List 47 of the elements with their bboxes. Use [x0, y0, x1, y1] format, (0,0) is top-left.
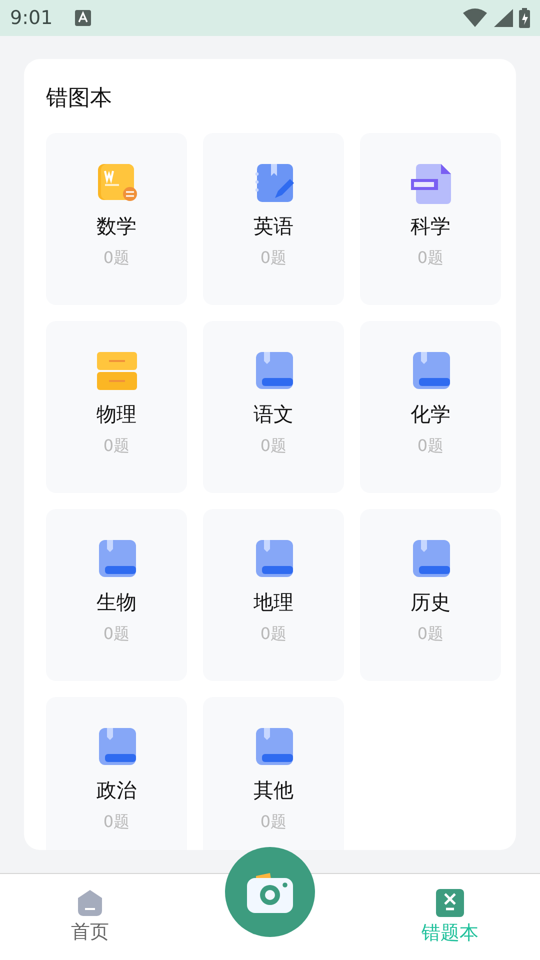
subject-name: 数学: [96, 213, 136, 240]
subject-tile[interactable]: 物理 0题: [46, 321, 187, 493]
camera-icon: [246, 870, 294, 914]
subject-tile[interactable]: 数学 0题: [46, 133, 187, 305]
subject-tile[interactable]: 科学 0题: [360, 133, 501, 305]
question-count: 0题: [260, 248, 287, 268]
keyboard-notification-icon: [74, 10, 91, 26]
status-time: 9:01: [10, 7, 53, 29]
question-count: 0题: [103, 812, 130, 832]
subject-name: 化学: [410, 401, 450, 428]
question-count: 0题: [103, 624, 130, 644]
subject-name: 物理: [96, 401, 136, 428]
subject-name: 政治: [96, 777, 136, 804]
question-count: 0题: [417, 624, 444, 644]
subject-tile[interactable]: 生物 0题: [46, 509, 187, 681]
subject-name: 英语: [254, 213, 294, 240]
question-count: 0题: [103, 248, 130, 268]
question-count: 0题: [260, 624, 287, 644]
question-count: 0题: [103, 436, 130, 456]
subject-name: 生物: [96, 589, 136, 616]
subject-tile[interactable]: 其他 0题: [203, 697, 344, 850]
subject-tile[interactable]: 历史 0题: [360, 509, 501, 681]
subject-name: 其他: [254, 777, 294, 804]
subject-tile[interactable]: 语文 0题: [203, 321, 344, 493]
subject-tile[interactable]: 化学 0题: [360, 321, 501, 493]
document-icon: [96, 162, 138, 204]
question-count: 0题: [417, 248, 444, 268]
wifi-icon: [463, 8, 487, 28]
subject-tile[interactable]: 政治 0题: [46, 697, 187, 850]
home-icon: [76, 889, 104, 917]
ppt-file-icon: [410, 162, 452, 204]
subject-tile[interactable]: 地理 0题: [203, 509, 344, 681]
drawer-icon: [96, 350, 138, 392]
battery-charging-icon: [519, 8, 530, 28]
subject-name: 历史: [410, 589, 450, 616]
subject-name: 语文: [254, 401, 294, 428]
nav-tab[interactable]: 首页: [45, 874, 135, 960]
question-count: 0题: [417, 436, 444, 456]
notebook-icon: [252, 162, 294, 204]
signal-icon: [493, 8, 513, 28]
subject-name: 地理: [254, 589, 294, 616]
question-count: 0题: [260, 812, 287, 832]
subject-tile[interactable]: 英语 0题: [203, 133, 344, 305]
card-title: 错图本: [46, 85, 113, 113]
mistake-book-icon: [435, 888, 465, 918]
question-count: 0题: [260, 436, 287, 456]
subject-name: 科学: [410, 213, 450, 240]
